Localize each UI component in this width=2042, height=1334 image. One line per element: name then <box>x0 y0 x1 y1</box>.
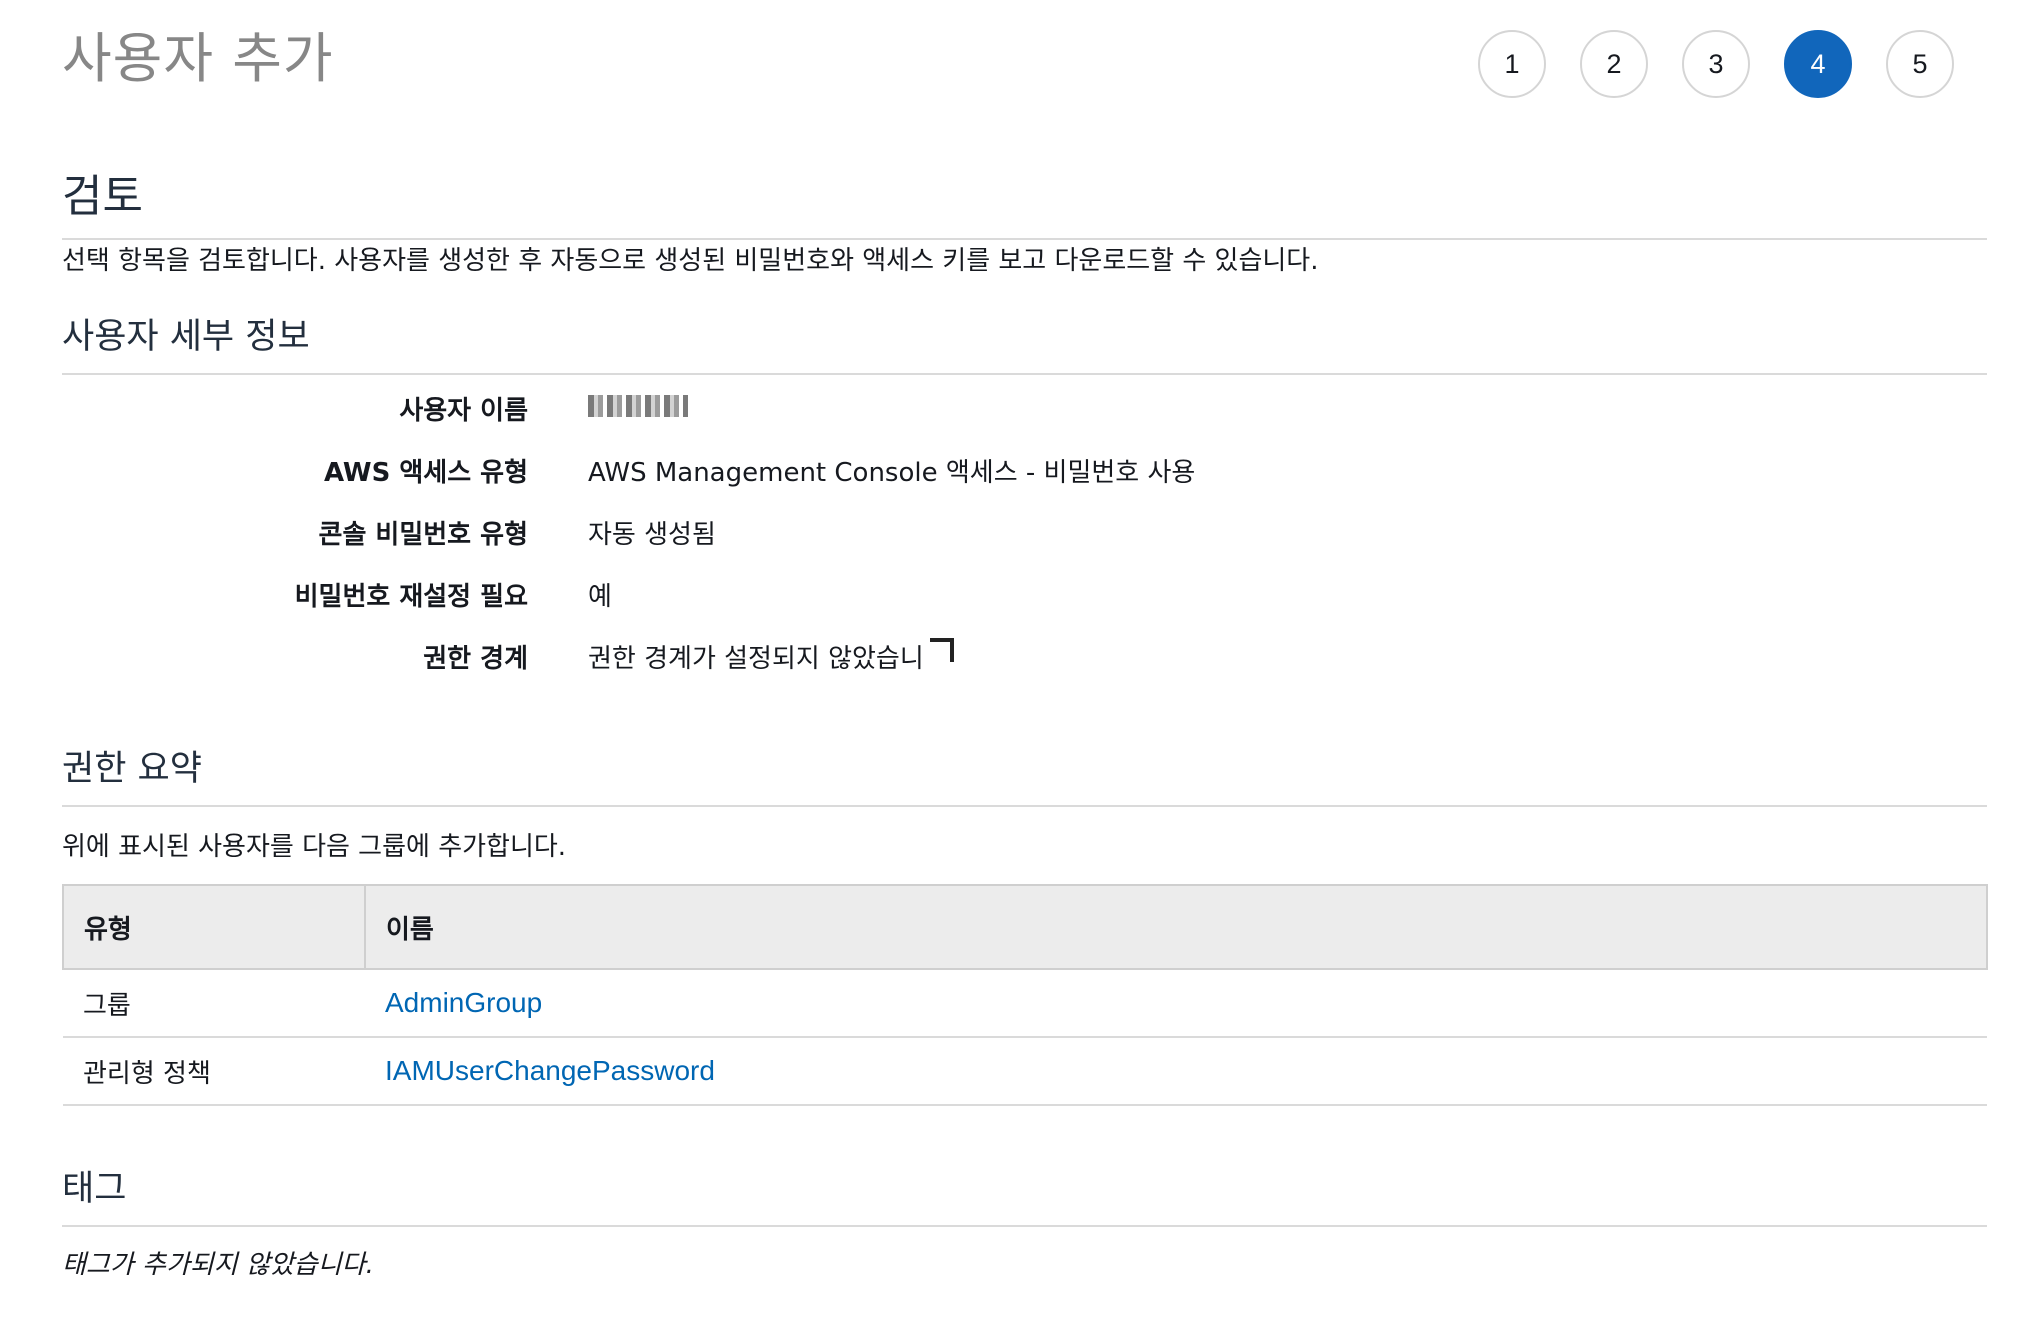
cell-name: IAMUserChangePassword <box>365 1037 1987 1106</box>
policy-link[interactable]: IAMUserChangePassword <box>385 1055 715 1086</box>
redacted-username <box>588 394 688 417</box>
tags-empty-note: 태그가 추가되지 않았습니다. <box>62 1250 374 1280</box>
detail-label: 비밀번호 재설정 필요 <box>294 582 528 612</box>
wizard-steps: 1 2 3 4 5 <box>1478 30 1954 98</box>
page-title: 사용자 추가 <box>62 27 334 90</box>
detail-label: 사용자 이름 <box>399 396 528 426</box>
step-5-button[interactable]: 5 <box>1886 30 1954 98</box>
step-3-button[interactable]: 3 <box>1682 30 1750 98</box>
detail-row-password-reset: 비밀번호 재설정 필요 예 <box>62 568 1987 630</box>
permission-summary-title: 권한 요약 <box>62 740 1987 807</box>
add-user-page: 사용자 추가 1 2 3 4 5 검토 선택 항목을 검토합니다. 사용자를 생… <box>0 0 2042 1334</box>
permission-summary-description: 위에 표시된 사용자를 다음 그룹에 추가합니다. <box>62 832 567 862</box>
step-1-button[interactable]: 1 <box>1478 30 1546 98</box>
detail-label: 권한 경계 <box>423 644 528 674</box>
table-row: 관리형 정책 IAMUserChangePassword <box>63 1037 1987 1106</box>
detail-label: AWS 액세스 유형 <box>323 458 528 488</box>
tags-section: 태그 <box>62 1160 1987 1227</box>
detail-value-boundary: 권한 경계가 설정되지 않았습니 <box>588 638 954 675</box>
step-2-button[interactable]: 2 <box>1580 30 1648 98</box>
detail-label: 콘솔 비밀번호 유형 <box>318 520 528 550</box>
user-details-section: 사용자 세부 정보 <box>62 308 1987 375</box>
permission-summary-section: 권한 요약 <box>62 740 1987 807</box>
detail-row-permission-boundary: 권한 경계 권한 경계가 설정되지 않았습니 <box>62 630 1987 692</box>
review-description: 선택 항목을 검토합니다. 사용자를 생성한 후 자동으로 생성된 비밀번호와 … <box>62 246 1319 276</box>
user-details-list: 사용자 이름 AWS 액세스 유형 AWS Management Console… <box>62 382 1987 692</box>
table-header-row: 유형 이름 <box>62 884 1988 970</box>
admin-group-link[interactable]: AdminGroup <box>385 987 542 1018</box>
permission-table: 유형 이름 그룹 AdminGroup 관리형 정책 IAMUserChange… <box>62 884 1988 1106</box>
detail-row-password-type: 콘솔 비밀번호 유형 자동 생성됨 <box>62 506 1987 568</box>
tags-title: 태그 <box>62 1160 1987 1227</box>
detail-value: 예 <box>588 582 612 612</box>
detail-value: 권한 경계가 설정되지 않았습니 <box>588 644 924 674</box>
review-section: 검토 <box>62 160 1987 240</box>
detail-row-username: 사용자 이름 <box>62 382 1987 444</box>
detail-row-access-type: AWS 액세스 유형 AWS Management Console 액세스 - … <box>62 444 1987 506</box>
step-4-button[interactable]: 4 <box>1784 30 1852 98</box>
detail-value-username <box>588 390 688 420</box>
cursor-mark <box>929 638 954 662</box>
detail-value: 자동 생성됨 <box>588 520 716 550</box>
cell-type: 그룹 <box>63 969 365 1038</box>
detail-value: AWS Management Console 액세스 - 비밀번호 사용 <box>588 458 1196 488</box>
cell-type: 관리형 정책 <box>63 1037 365 1106</box>
column-header-name: 이름 <box>364 884 1988 970</box>
review-title: 검토 <box>62 160 1987 240</box>
column-header-type: 유형 <box>62 884 366 970</box>
user-details-title: 사용자 세부 정보 <box>62 308 1987 375</box>
cell-name: AdminGroup <box>365 969 1987 1038</box>
table-row: 그룹 AdminGroup <box>63 969 1987 1038</box>
